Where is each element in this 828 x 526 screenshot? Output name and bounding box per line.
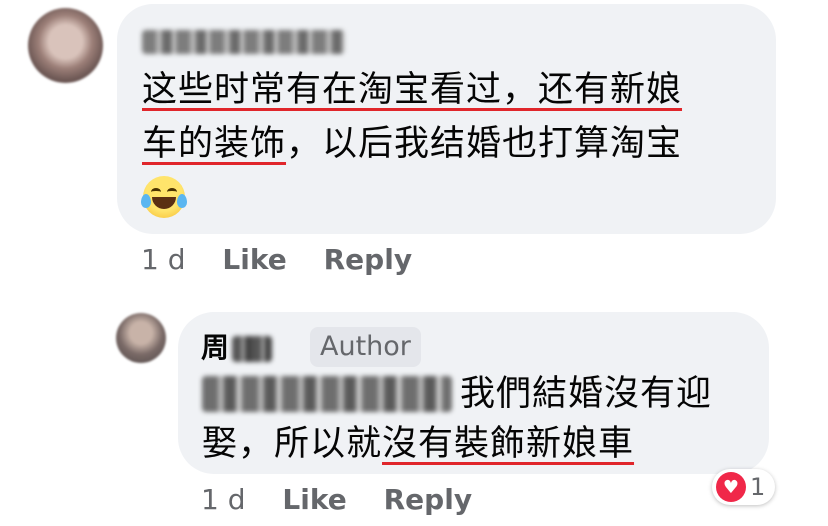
reply-reply-button[interactable]: Reply	[384, 482, 472, 518]
reply-button[interactable]: Reply	[324, 242, 412, 278]
reply-text-pre: 娶，所以就	[202, 424, 383, 464]
reaction-count: 1	[750, 473, 766, 501]
reply-text-highlight: 沒有裝飾新娘車	[382, 424, 635, 464]
reply-actions: 1 d Like Reply	[201, 482, 500, 518]
reply-text-line2: 娶，所以就沒有裝飾新娘車	[202, 414, 634, 474]
mentioned-user-blurred[interactable]	[202, 376, 452, 412]
reply-like-button[interactable]: Like	[282, 482, 346, 518]
comment-actions: 1 d Like Reply	[141, 242, 440, 278]
heart-icon: ♥	[716, 472, 746, 502]
reply-time[interactable]: 1 d	[201, 482, 246, 518]
comment-text-highlight-2: 车的装饰	[142, 124, 287, 164]
author-badge: Author	[310, 327, 421, 367]
comment-text-highlight: 这些时常有在淘宝看过，还有新娘	[142, 70, 683, 110]
comment-text-line2: 车的装饰，以后我结婚也打算淘宝	[142, 114, 682, 174]
commenter-name-blurred[interactable]	[142, 30, 345, 54]
author-avatar[interactable]	[116, 313, 166, 363]
comment-text-line1: 这些时常有在淘宝看过，还有新娘	[142, 60, 682, 120]
author-name[interactable]: 周	[201, 330, 229, 366]
author-name-blurred[interactable]	[232, 336, 272, 362]
comment-time[interactable]: 1 d	[141, 242, 186, 278]
reaction-summary[interactable]: ♥ 1	[712, 469, 776, 505]
like-button[interactable]: Like	[222, 242, 286, 278]
commenter-avatar[interactable]	[28, 8, 103, 83]
laughing-tears-emoji-icon	[141, 176, 187, 218]
comment-text-rest: ，以后我结婚也打算淘宝	[286, 124, 683, 164]
